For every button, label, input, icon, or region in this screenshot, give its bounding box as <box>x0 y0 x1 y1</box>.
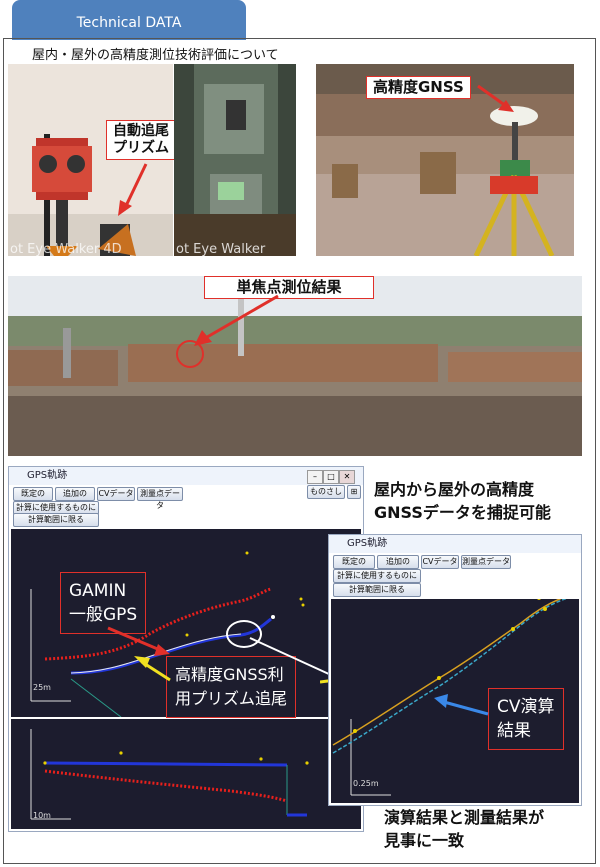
maximize-button[interactable]: □ <box>323 470 339 484</box>
range-button[interactable]: 計算範囲に限る <box>13 513 99 527</box>
gps-plot-bottom-svg <box>30 729 309 820</box>
additional-gps-button-right[interactable]: 追加のGPS <box>377 555 419 578</box>
default-gps-button[interactable]: 既定のGPS <box>13 487 53 510</box>
filter-button-right[interactable]: 計算に使用するものに限る <box>333 569 421 592</box>
minimize-button[interactable]: – <box>307 470 323 484</box>
match-line-2: 見事に一致 <box>384 831 465 850</box>
match-text: 演算結果と測量結果が 見事に一致 <box>384 806 544 852</box>
cv-data-button-right[interactable]: CVデータ <box>421 555 459 569</box>
scale-label-bottom: 10m <box>33 811 51 820</box>
gnss-callout: 高精度GNSS <box>366 76 471 99</box>
survey-data-button[interactable]: 測量点データ <box>137 487 183 510</box>
close-button[interactable]: ✕ <box>339 470 355 484</box>
section-heading: 屋内・屋外の高精度測位技術評価について <box>32 48 279 63</box>
ghost-caption-left: ot Eye Walker 4D <box>10 242 122 256</box>
panorama-arrow <box>194 294 279 346</box>
match-line-1: 演算結果と測量結果が <box>384 808 545 827</box>
capture-line-2: GNSSデータを捕捉可能 <box>374 503 551 522</box>
scale-label-zoom: 0.25m <box>353 779 379 788</box>
default-gps-button-right[interactable]: 既定のGPS <box>333 555 375 578</box>
photo-total-station: ot Eye Walker <box>174 64 296 256</box>
survey-data-button-right[interactable]: 測量点データ <box>461 555 511 569</box>
gps-window-right[interactable]: GPS軌跡 既定のGPS 追加のGPS CVデータ 測量点データ 計算に使用する… <box>328 534 582 806</box>
ruler-toggle[interactable]: ⊞ <box>347 485 361 499</box>
gps-plot-bottom[interactable]: 10m <box>11 719 361 829</box>
additional-gps-button[interactable]: 追加のGPS <box>55 487 95 510</box>
total-station-illustration <box>174 64 296 256</box>
ruler-button[interactable]: ものさし <box>307 485 345 499</box>
ghost-caption-right: ot Eye Walker <box>176 242 266 256</box>
cv-data-button[interactable]: CVデータ <box>97 487 135 501</box>
capture-text: 屋内から屋外の高精度 GNSSデータを捕捉可能 <box>374 478 551 524</box>
section-tab[interactable]: Technical DATA <box>12 0 246 40</box>
gnss-prism-arrow <box>134 656 171 682</box>
range-button-right[interactable]: 計算範囲に限る <box>333 583 421 597</box>
capture-line-1: 屋内から屋外の高精度 <box>374 480 535 499</box>
gnss-arrow <box>477 84 514 112</box>
photo-panorama <box>8 276 582 456</box>
prism-callout: 自動追尾 プリズム <box>106 120 176 160</box>
cv-result-callout: CV演算 結果 <box>488 688 564 750</box>
scale-label-top: 25m <box>33 683 51 692</box>
gps-window-right-titlebar[interactable]: GPS軌跡 <box>329 535 581 553</box>
panorama-illustration <box>8 276 582 456</box>
cv-result-arrow <box>434 694 489 716</box>
